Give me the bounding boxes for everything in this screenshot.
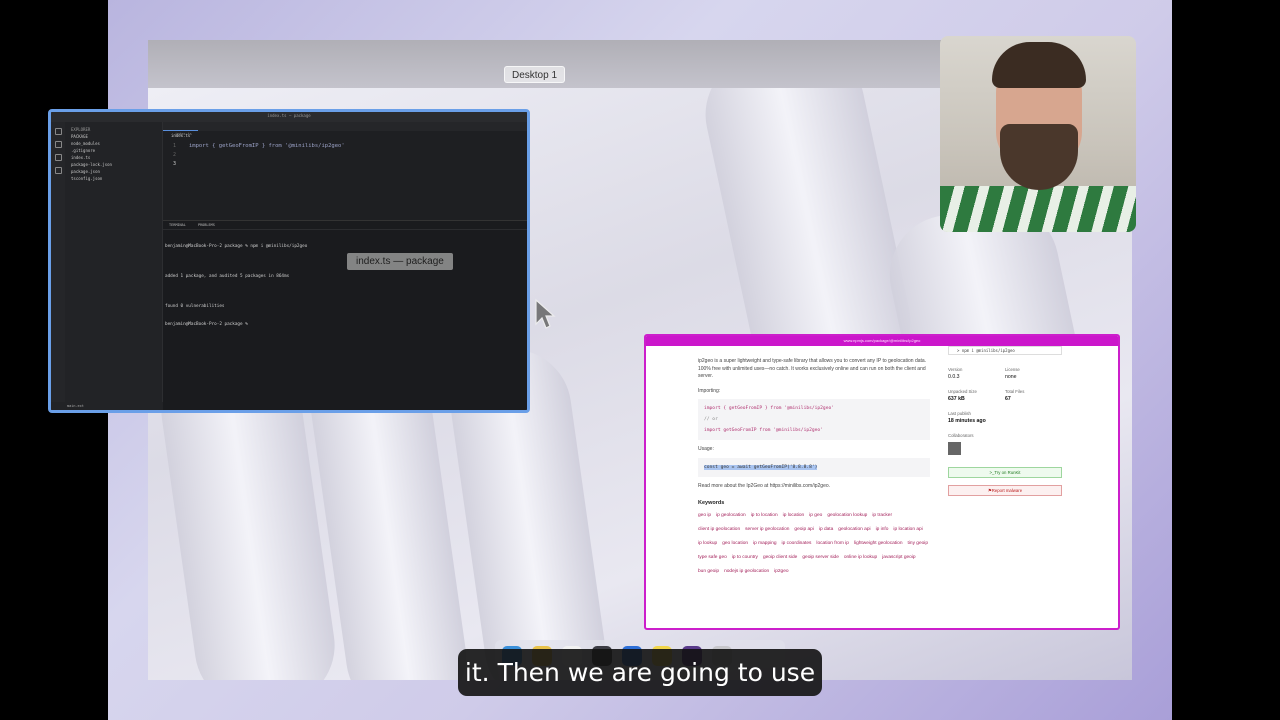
usage-label: Usage: — [698, 446, 714, 452]
package-description: ip2geo is a super lightweight and type-s… — [698, 358, 927, 379]
keywords-heading: Keywords — [698, 500, 725, 506]
keyword-link[interactable]: nodejs ip geolocation — [724, 569, 769, 574]
keyword-link[interactable]: ip mapping — [753, 541, 776, 546]
status-bar: main.ext — [51, 402, 163, 410]
explorer-header: EXPLORER — [71, 127, 91, 132]
source-control-icon[interactable] — [54, 154, 62, 161]
keyword-link[interactable]: tiny geoip — [908, 541, 929, 546]
browser-window[interactable]: www.npmjs.com/package/@minilibs/ip2geo i… — [644, 334, 1120, 630]
last-publish-value: 18 minutes ago — [948, 418, 986, 424]
total-files-value: 67 — [1005, 396, 1011, 402]
file-item[interactable]: package.json — [65, 168, 162, 175]
keyword-link[interactable]: geoip server side — [802, 555, 839, 560]
terminal-panel[interactable]: TERMINAL PROBLEMS benjamin@MacBook-Pro-2… — [163, 220, 527, 410]
keyword-link[interactable]: ip2geo — [774, 569, 788, 574]
keyword-link[interactable]: bun geoip — [698, 569, 719, 574]
search-icon[interactable] — [54, 141, 62, 148]
keyword-link[interactable]: type safe geo — [698, 555, 727, 560]
keyword-link[interactable]: geolocation lookup — [827, 513, 867, 518]
keyword-link[interactable]: ip info — [876, 527, 889, 532]
explorer-sidebar: EXPLORER PACKAGE node_modules .gitignore… — [65, 122, 163, 410]
desktop-1-label[interactable]: Desktop 1 — [504, 66, 566, 83]
package-sidebar: > npm i @minilibs/ip2geo Version 0.0.3 Li… — [948, 346, 1062, 496]
import-code-block[interactable]: import { getGeoFromIP } from '@minilibs/… — [698, 399, 930, 440]
keyword-link[interactable]: ip lookup — [698, 541, 717, 546]
keyword-link[interactable]: client ip geolocation — [698, 527, 740, 532]
selected-code[interactable]: const geo = await getGeoFromIP('8.8.8.8'… — [704, 464, 818, 470]
file-item[interactable]: package-lock.json — [65, 161, 162, 168]
keyword-link[interactable]: ip location — [783, 513, 805, 518]
keyword-link[interactable]: geo ip — [698, 513, 711, 518]
activity-bar — [51, 122, 65, 410]
keyword-link[interactable]: location from ip — [816, 541, 849, 546]
version-value: 0.0.3 — [948, 374, 960, 380]
keyword-link[interactable]: javascript geoip — [882, 555, 915, 560]
files-icon[interactable] — [54, 128, 62, 135]
license-value: none — [1005, 374, 1017, 380]
keyword-link[interactable]: ip to country — [732, 555, 758, 560]
keyword-link[interactable]: ip coordinates — [782, 541, 812, 546]
keyword-link[interactable]: ip to location — [751, 513, 778, 518]
keyword-link[interactable]: geoip client side — [763, 555, 797, 560]
file-item[interactable]: node_modules — [65, 140, 162, 147]
keyword-link[interactable]: ip geolocation — [716, 513, 746, 518]
avatar[interactable] — [948, 442, 961, 455]
code-line[interactable]: import { getGeoFromIP } from '@minilibs/… — [189, 142, 345, 151]
keyword-link[interactable]: geolocation api — [838, 527, 870, 532]
readme-content: ip2geo is a super lightweight and type-s… — [698, 358, 930, 582]
editor-area[interactable]: index.ts index.ts 123 import { getGeoFro… — [163, 122, 527, 222]
keyword-link[interactable]: ip tracker — [872, 513, 892, 518]
keyword-link[interactable]: server ip geolocation — [745, 527, 789, 532]
keyword-link[interactable]: ip location api — [893, 527, 922, 532]
tab-problems[interactable]: PROBLEMS — [198, 223, 215, 227]
install-command[interactable]: > npm i @minilibs/ip2geo — [948, 346, 1062, 355]
mouse-cursor-icon — [535, 298, 556, 329]
line-numbers: 123 — [173, 143, 177, 167]
terminal-output[interactable]: benjamin@MacBook-Pro-2 package % npm i @… — [163, 230, 527, 342]
file-item[interactable]: index.ts — [65, 154, 162, 161]
terminal-tabs: TERMINAL PROBLEMS — [163, 221, 527, 230]
report-malware-button[interactable]: ⚑Report malware — [948, 485, 1062, 496]
keyword-link[interactable]: lightweight geolocation — [854, 541, 903, 546]
vscode-titlebar: index.ts — package — [51, 112, 527, 122]
keyword-link[interactable]: online ip lookup — [844, 555, 877, 560]
unpacked-size-value: 637 kB — [948, 396, 965, 402]
keyword-link[interactable]: geoip api — [794, 527, 813, 532]
folder-package[interactable]: PACKAGE — [65, 133, 162, 140]
extensions-icon[interactable] — [54, 167, 62, 174]
file-item[interactable]: tsconfig.json — [65, 175, 162, 182]
collaborators-label: Collaborators — [948, 433, 974, 438]
tab-terminal[interactable]: TERMINAL — [169, 223, 186, 227]
keyword-link[interactable]: ip geo — [809, 513, 822, 518]
read-more-link[interactable]: Read more about the Ip2Geo at https://mi… — [698, 483, 930, 491]
vscode-window[interactable]: index.ts — package EXPLORER PACKAGE node… — [48, 109, 530, 413]
browser-toolbar: www.npmjs.com/package/@minilibs/ip2geo — [646, 336, 1118, 346]
window-title-label: index.ts — package — [347, 253, 453, 270]
importing-label: Importing: — [698, 387, 721, 394]
runkit-button[interactable]: >_Try on RunKit — [948, 467, 1062, 478]
webcam-overlay — [940, 36, 1136, 232]
usage-code-block[interactable]: const geo = await getGeoFromIP('8.8.8.8'… — [698, 457, 930, 477]
url-bar[interactable]: www.npmjs.com/package/@minilibs/ip2geo — [646, 338, 1118, 343]
keyword-link[interactable]: geo location — [722, 541, 748, 546]
keyword-link[interactable]: ip data — [819, 527, 833, 532]
keywords-list: geo ip ip geolocation ip to location ip loc… — [698, 512, 934, 582]
vscode-title: index.ts — package — [267, 113, 311, 118]
file-item[interactable]: .gitignore — [65, 147, 162, 154]
breadcrumb[interactable]: index.ts — [163, 131, 527, 137]
video-caption: it. Then we are going to use — [458, 649, 822, 696]
